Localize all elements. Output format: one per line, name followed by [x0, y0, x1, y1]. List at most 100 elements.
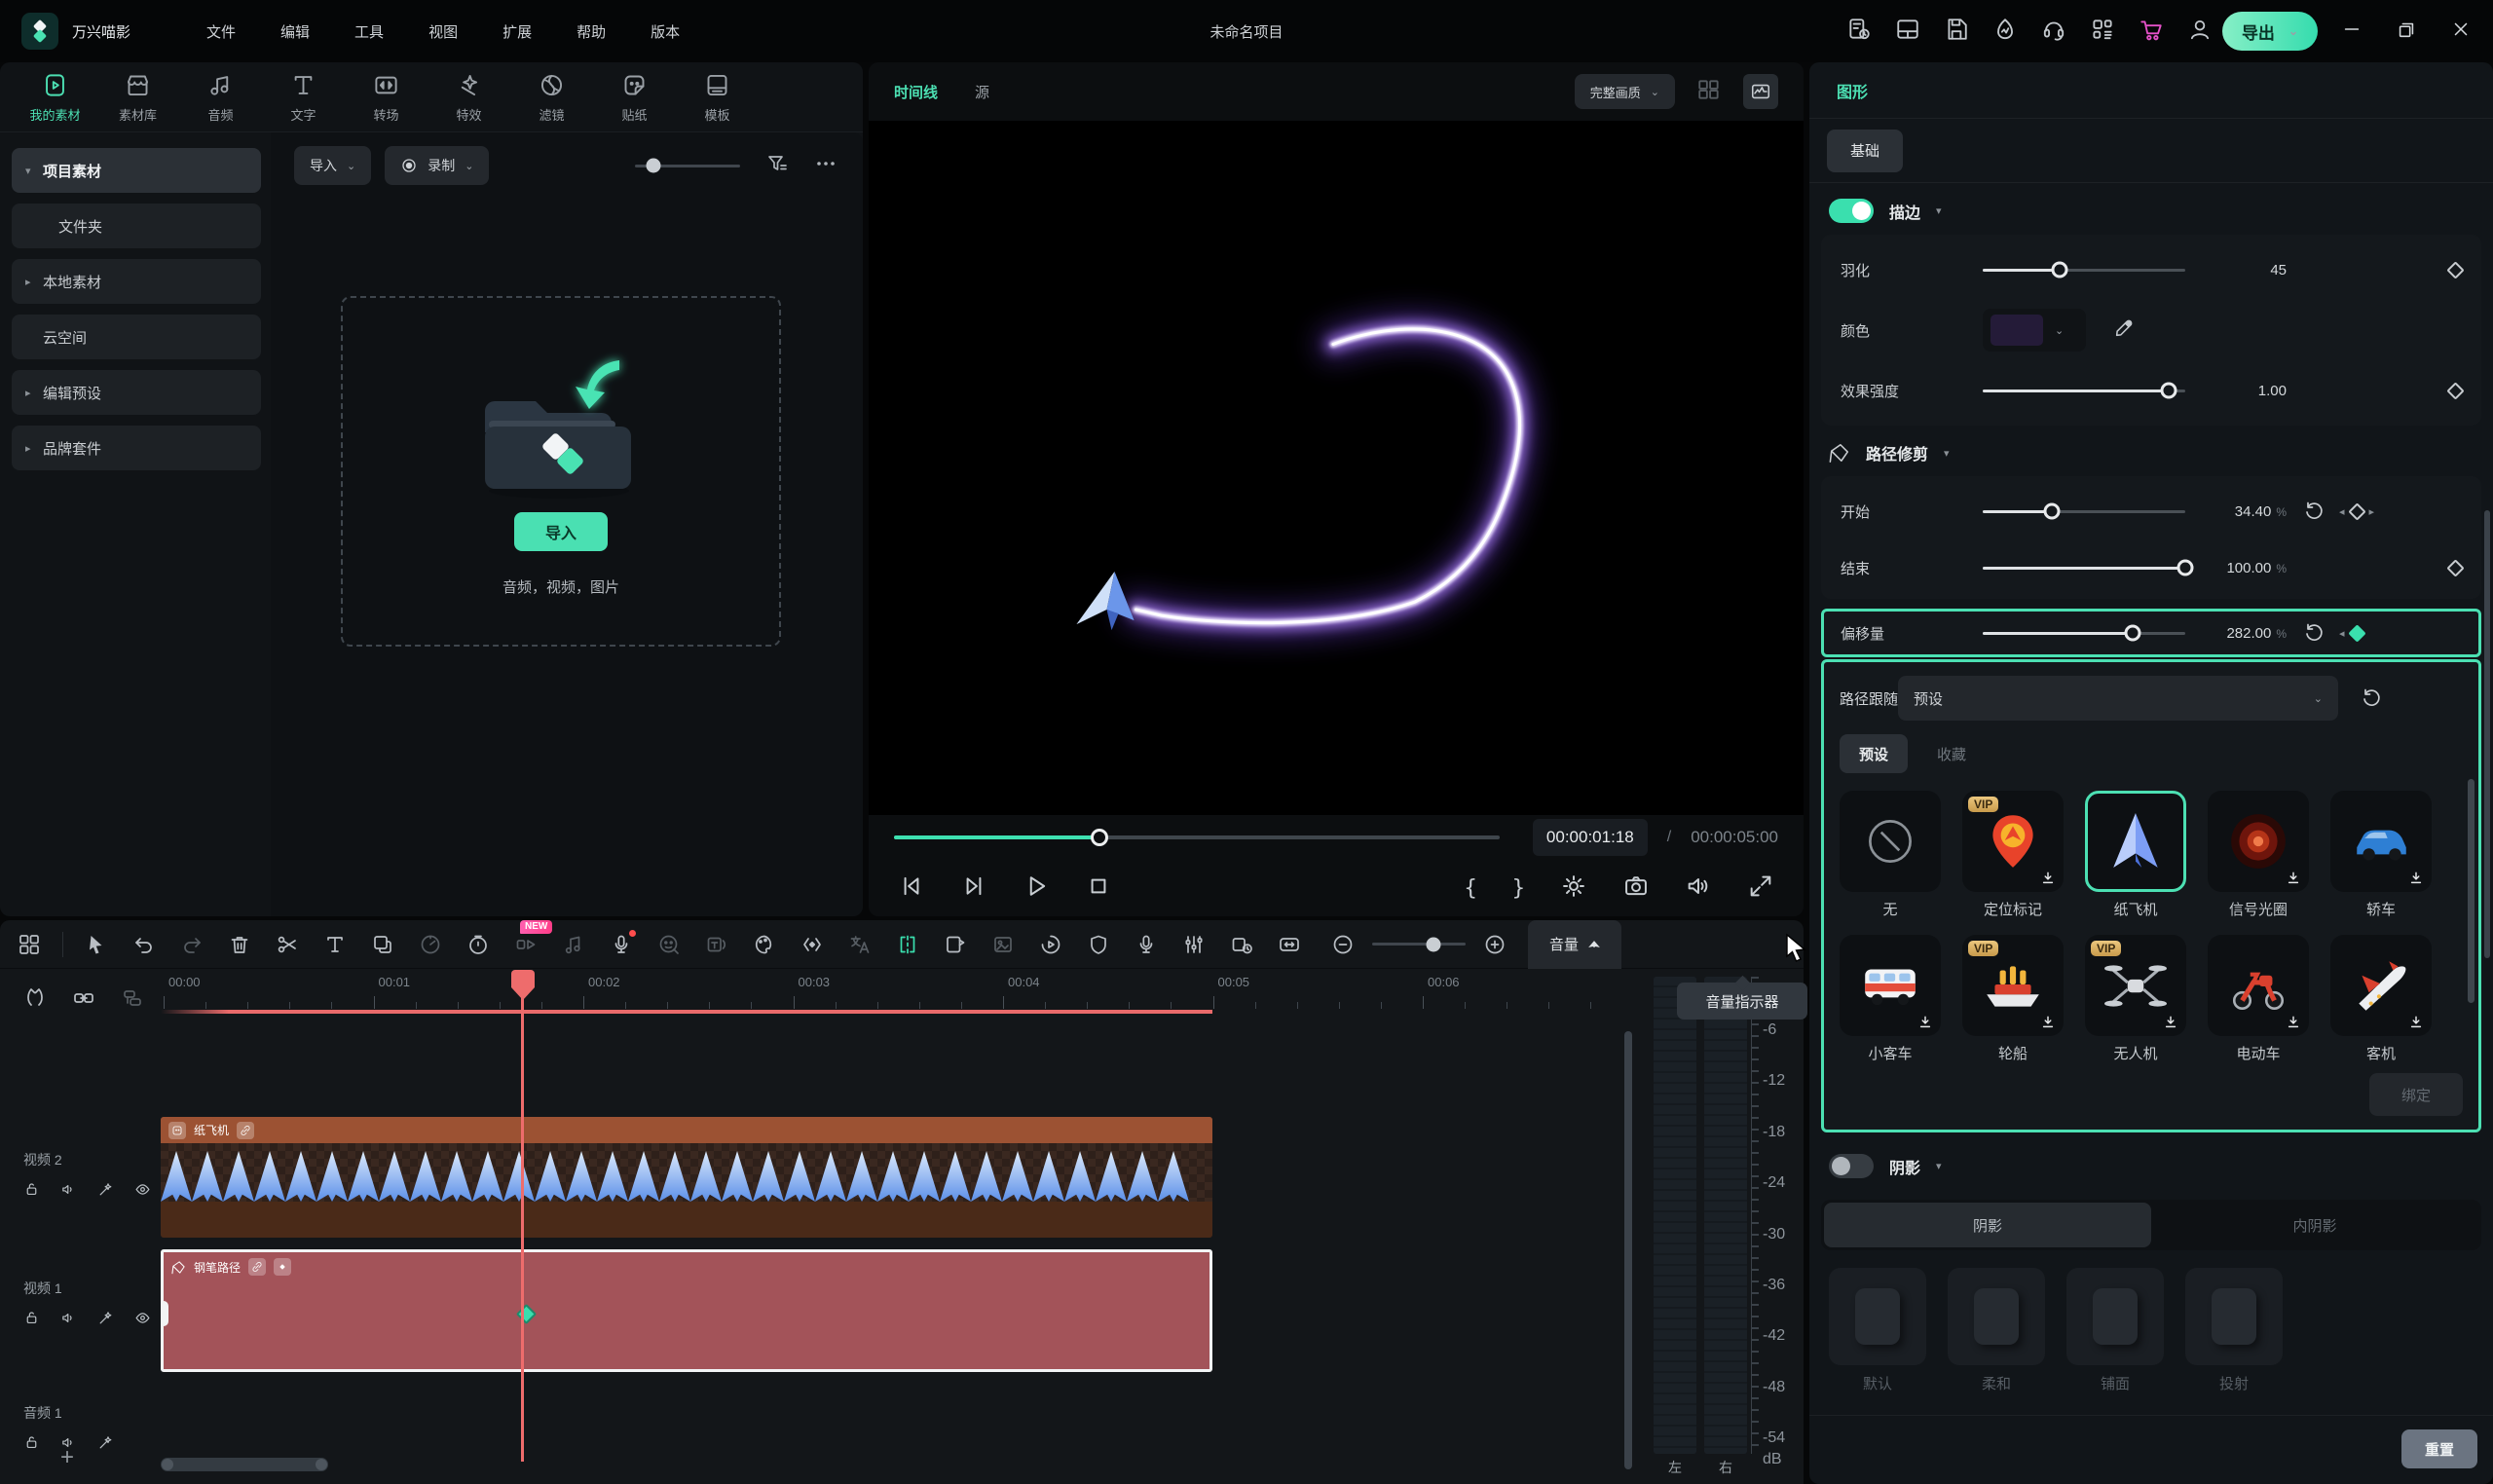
- media-tab-stickers[interactable]: 贴纸: [593, 72, 676, 124]
- more-options-icon[interactable]: [814, 152, 837, 180]
- import-dropdown-button[interactable]: 导入⌄: [294, 146, 371, 185]
- preset-pin[interactable]: VIP定位标记: [1962, 791, 2064, 919]
- previous-frame-button[interactable]: [898, 872, 925, 905]
- speed-icon[interactable]: [419, 933, 442, 956]
- reset-icon[interactable]: [2302, 500, 2326, 523]
- menu-item[interactable]: 文件: [206, 21, 236, 42]
- layout-icon[interactable]: [1895, 17, 1920, 47]
- offset-value[interactable]: 282.00: [2226, 625, 2271, 642]
- menu-item[interactable]: 视图: [428, 21, 458, 42]
- tab-timeline-preview[interactable]: 时间线: [894, 82, 938, 102]
- shadow-preset[interactable]: 默认: [1829, 1268, 1926, 1393]
- filter-icon[interactable]: [765, 152, 789, 180]
- tab-inner-shadow[interactable]: 内阴影: [2151, 1203, 2478, 1247]
- shield-icon[interactable]: [1087, 933, 1110, 956]
- clip-paper-plane[interactable]: 纸飞机: [161, 1117, 1212, 1238]
- duration-icon[interactable]: [466, 933, 490, 956]
- preset-plane[interactable]: 纸飞机: [2085, 791, 2186, 919]
- link-clips-icon[interactable]: [72, 986, 95, 1015]
- menu-item[interactable]: 扩展: [502, 21, 532, 42]
- audio-mixer-icon[interactable]: [1182, 933, 1206, 956]
- tab-favorites[interactable]: 收藏: [1937, 744, 1966, 764]
- effects-toggle-icon[interactable]: [97, 1310, 114, 1331]
- clip-pen-path[interactable]: 钢笔路径: [161, 1249, 1212, 1372]
- export-button[interactable]: 导出⌄: [2222, 12, 2318, 51]
- text-tool-icon[interactable]: [323, 933, 347, 956]
- preset-scooter[interactable]: 电动车: [2208, 935, 2309, 1063]
- lock-icon[interactable]: [23, 1181, 40, 1203]
- cart-icon[interactable]: [2139, 17, 2164, 47]
- effects-toggle-icon[interactable]: [97, 1181, 114, 1203]
- sidebar-item[interactable]: ▾项目素材: [12, 148, 261, 193]
- feather-value[interactable]: 45: [2185, 262, 2287, 278]
- volume-panel-button[interactable]: 音量: [1528, 920, 1621, 969]
- sidebar-item[interactable]: ▸本地素材: [12, 259, 261, 304]
- undo-icon[interactable]: [132, 933, 156, 956]
- ripple-edit-icon[interactable]: NEW: [514, 933, 538, 956]
- add-track-button[interactable]: +: [60, 1444, 74, 1471]
- mask-icon[interactable]: [371, 933, 394, 956]
- stop-button[interactable]: [1085, 872, 1112, 905]
- preset-airliner[interactable]: 客机: [2330, 935, 2432, 1063]
- record-dropdown-button[interactable]: 录制⌄: [385, 146, 489, 185]
- render-preview-icon[interactable]: [1039, 933, 1062, 956]
- feedback-icon[interactable]: [1846, 17, 1872, 47]
- shadow-toggle[interactable]: [1829, 1154, 1874, 1178]
- minimize-button[interactable]: [2341, 19, 2363, 45]
- media-tab-text[interactable]: 文字: [262, 72, 345, 124]
- current-timecode[interactable]: 00:00:01:18: [1533, 819, 1648, 856]
- start-slider[interactable]: [1983, 510, 2185, 513]
- eye-icon[interactable]: [134, 1310, 151, 1331]
- timeline-horizontal-scrollbar[interactable]: [161, 1458, 328, 1471]
- menu-item[interactable]: 编辑: [280, 21, 310, 42]
- thumbnail-zoom-slider[interactable]: [635, 165, 740, 167]
- reset-icon[interactable]: [2360, 686, 2383, 710]
- menu-item[interactable]: 工具: [354, 21, 384, 42]
- zoom-out-icon[interactable]: [1331, 933, 1355, 956]
- end-value[interactable]: 100.00: [2226, 560, 2271, 576]
- media-tab-filters[interactable]: 滤镜: [510, 72, 593, 124]
- tab-basic[interactable]: 基础: [1827, 130, 1903, 172]
- bind-button[interactable]: 绑定: [2369, 1073, 2463, 1116]
- multi-view-icon[interactable]: [1696, 77, 1722, 107]
- color-dropdown[interactable]: ⌄: [1983, 309, 2086, 352]
- export-frame-icon[interactable]: [944, 933, 967, 956]
- media-tab-effects[interactable]: 特效: [428, 72, 510, 124]
- mark-in-button[interactable]: {: [1465, 876, 1477, 901]
- ai-audio-icon[interactable]: [610, 933, 633, 956]
- lock-icon[interactable]: [23, 1434, 40, 1456]
- effects-toggle-icon[interactable]: [97, 1434, 114, 1456]
- keyframe-diamond[interactable]: [516, 1304, 537, 1324]
- path-follow-dropdown[interactable]: 预设⌄: [1898, 676, 2338, 721]
- sidebar-item[interactable]: ▸编辑预设: [12, 370, 261, 415]
- end-slider[interactable]: [1983, 567, 2185, 570]
- stroke-toggle[interactable]: [1829, 199, 1874, 223]
- view-mode-icon[interactable]: [18, 933, 41, 956]
- reset-icon[interactable]: [2302, 621, 2326, 645]
- snap-icon[interactable]: [23, 986, 47, 1015]
- shadow-preset[interactable]: 铺面: [2066, 1268, 2164, 1393]
- fullscreen-icon[interactable]: [1747, 872, 1774, 905]
- shadow-preset[interactable]: 柔和: [1948, 1268, 2045, 1393]
- video-viewport[interactable]: [869, 121, 1804, 815]
- preset-bus[interactable]: 小客车: [1840, 935, 1941, 1063]
- keyframe-icon-active[interactable]: [2348, 624, 2365, 642]
- lock-icon[interactable]: [23, 1310, 40, 1331]
- preset-drone[interactable]: VIP无人机: [2085, 935, 2186, 1063]
- speaker-icon[interactable]: [60, 1181, 77, 1203]
- shadow-preset[interactable]: 投射: [2185, 1268, 2283, 1393]
- snapshot-icon[interactable]: [1622, 872, 1650, 905]
- playback-settings-icon[interactable]: [1560, 872, 1587, 905]
- playback-quality-dropdown[interactable]: 完整画质⌄: [1575, 74, 1675, 109]
- import-dropzone[interactable]: 导入 音频，视频，图片: [341, 296, 781, 647]
- face-effect-icon[interactable]: [657, 933, 681, 956]
- scopes-icon[interactable]: [1743, 74, 1778, 109]
- sidebar-item[interactable]: ▸品牌套件: [12, 426, 261, 470]
- keyframe-tool-icon[interactable]: [800, 933, 824, 956]
- voiceover-mic-icon[interactable]: [1135, 933, 1158, 956]
- tab-presets[interactable]: 预设: [1840, 734, 1908, 773]
- sidebar-item[interactable]: 云空间: [12, 315, 261, 359]
- restore-button[interactable]: [2396, 19, 2417, 45]
- keyframe-icon[interactable]: [2446, 382, 2464, 399]
- keyframe-icon[interactable]: [2446, 559, 2464, 576]
